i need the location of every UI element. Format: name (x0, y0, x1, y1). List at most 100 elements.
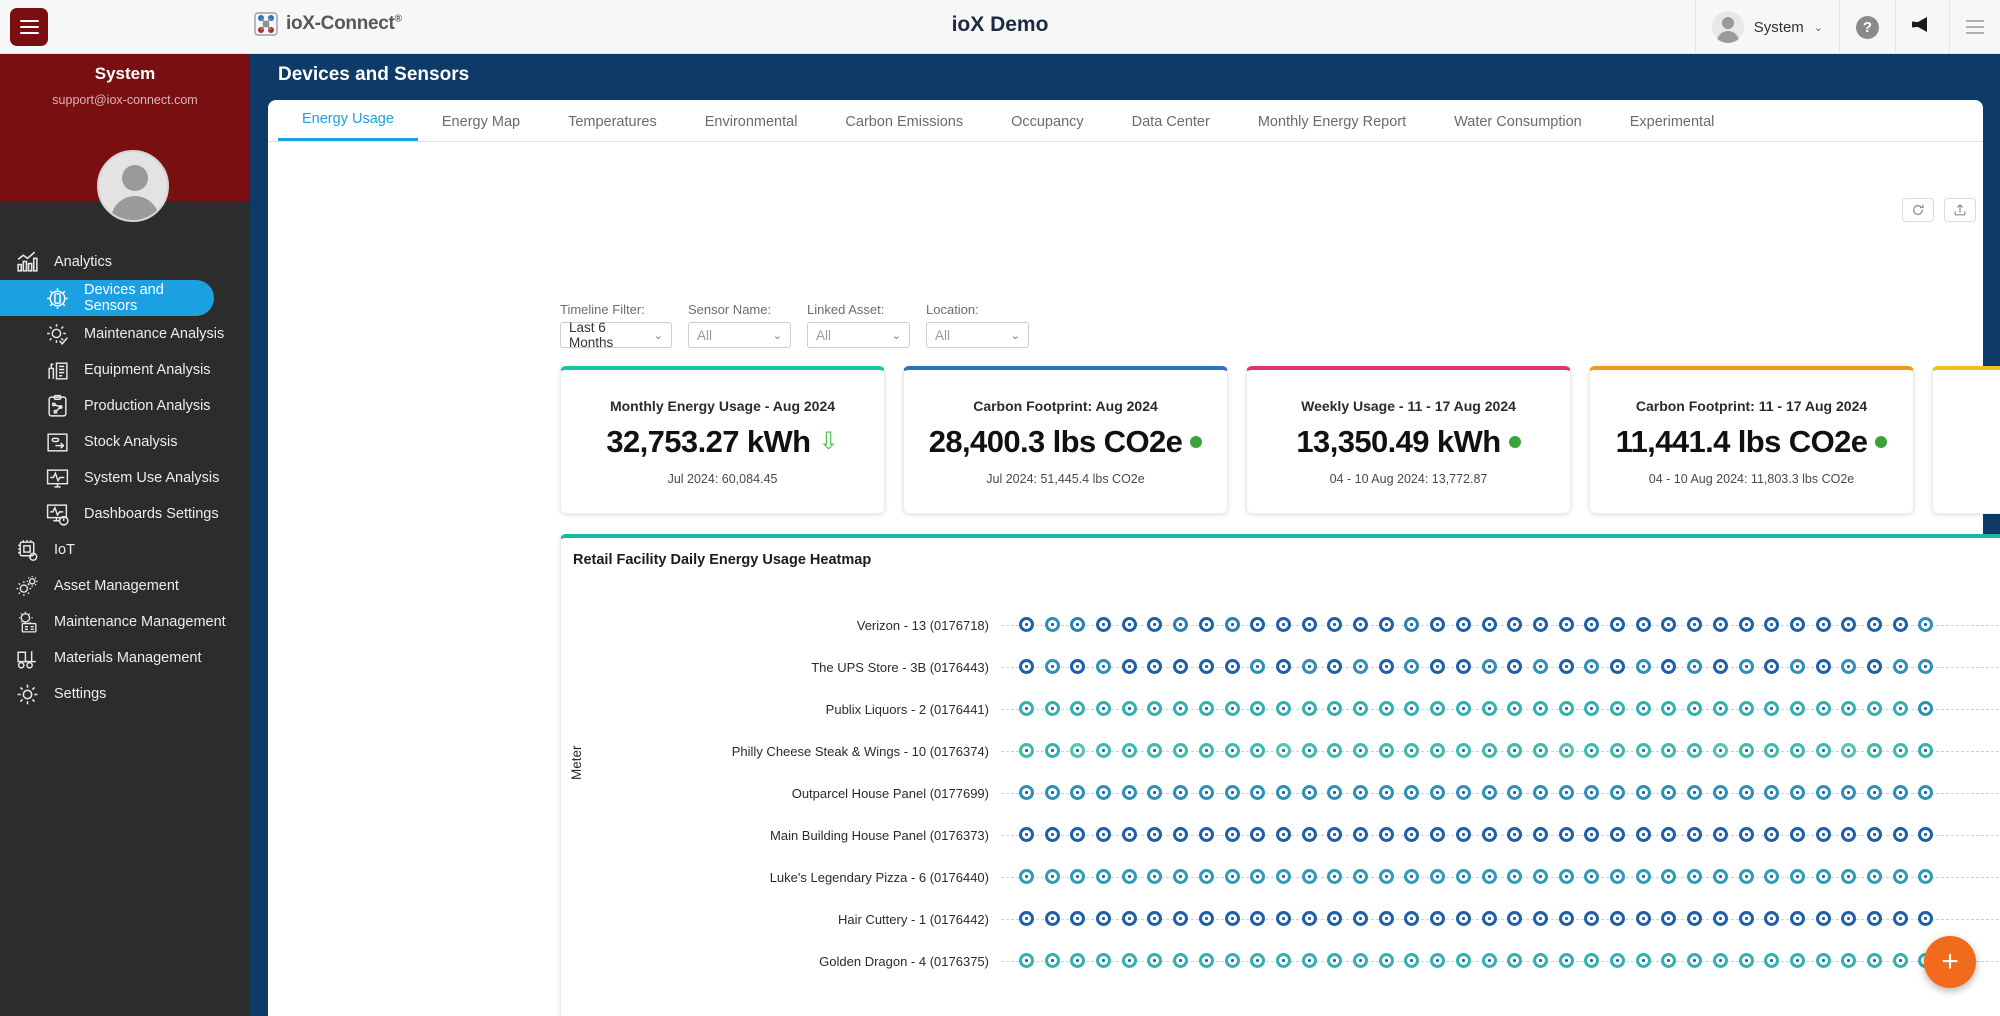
heatmap-cell[interactable] (1712, 869, 1728, 884)
heatmap-cell[interactable] (1250, 785, 1266, 800)
heatmap-cell[interactable] (1070, 827, 1086, 842)
heatmap-cell[interactable] (1019, 911, 1034, 926)
heatmap-cell[interactable] (1738, 743, 1754, 758)
heatmap-cell[interactable] (1044, 827, 1060, 842)
heatmap-cell[interactable] (1096, 911, 1112, 926)
heatmap-cell[interactable] (1224, 827, 1240, 842)
heatmap-cell[interactable] (1789, 953, 1805, 968)
heatmap-cell[interactable] (1044, 953, 1060, 968)
heatmap-cell[interactable] (1918, 785, 1934, 800)
sidebar-item-system-use-analysis[interactable]: System Use Analysis (0, 460, 250, 496)
heatmap-cell[interactable] (1789, 785, 1805, 800)
heatmap-cell[interactable] (1892, 701, 1908, 716)
heatmap-cell[interactable] (1198, 701, 1214, 716)
heatmap-cell[interactable] (1584, 617, 1600, 632)
heatmap-cell[interactable] (1250, 869, 1266, 884)
heatmap-cell[interactable] (1096, 785, 1112, 800)
heatmap-cell[interactable] (1044, 869, 1060, 884)
heatmap-cell[interactable] (1815, 827, 1831, 842)
heatmap-cell[interactable] (1147, 953, 1163, 968)
heatmap-cell[interactable] (1481, 785, 1497, 800)
heatmap-cell[interactable] (1635, 659, 1651, 674)
heatmap-cell[interactable] (1378, 659, 1394, 674)
heatmap-cell[interactable] (1867, 617, 1883, 632)
heatmap-cell[interactable] (1019, 869, 1034, 884)
heatmap-cell[interactable] (1532, 701, 1548, 716)
help-button[interactable]: ? (1839, 0, 1895, 54)
heatmap-cell[interactable] (1610, 953, 1626, 968)
heatmap-cell[interactable] (1918, 911, 1934, 926)
heatmap-cell[interactable] (1712, 827, 1728, 842)
heatmap-cell[interactable] (1815, 953, 1831, 968)
tab-energy-map[interactable]: Energy Map (418, 114, 544, 141)
heatmap-cell[interactable] (1121, 617, 1137, 632)
heatmap-cell[interactable] (1070, 869, 1086, 884)
sidebar-item-asset-management[interactable]: Asset Management (0, 568, 250, 604)
heatmap-cell[interactable] (1867, 827, 1883, 842)
heatmap-cell[interactable] (1918, 659, 1934, 674)
heatmap-cell[interactable] (1250, 953, 1266, 968)
heatmap-cell[interactable] (1507, 911, 1523, 926)
heatmap-cell[interactable] (1532, 743, 1548, 758)
heatmap-cell[interactable] (1635, 827, 1651, 842)
heatmap-cell[interactable] (1096, 617, 1112, 632)
filter-select[interactable]: All ⌄ (688, 322, 791, 348)
heatmap-cell[interactable] (1610, 911, 1626, 926)
tab-temperatures[interactable]: Temperatures (544, 114, 681, 141)
sidebar-item-analytics[interactable]: Analytics (0, 244, 250, 280)
heatmap-cell[interactable] (1378, 617, 1394, 632)
add-button[interactable]: + (1924, 936, 1976, 988)
heatmap-cell[interactable] (1892, 827, 1908, 842)
heatmap-cell[interactable] (1841, 617, 1857, 632)
heatmap-cell[interactable] (1224, 701, 1240, 716)
heatmap-cell[interactable] (1892, 869, 1908, 884)
heatmap-cell[interactable] (1250, 911, 1266, 926)
heatmap-cell[interactable] (1481, 827, 1497, 842)
heatmap-cell[interactable] (1892, 617, 1908, 632)
heatmap-cell[interactable] (1507, 953, 1523, 968)
heatmap-cell[interactable] (1121, 785, 1137, 800)
heatmap-cell[interactable] (1353, 743, 1369, 758)
heatmap-cell[interactable] (1147, 869, 1163, 884)
heatmap-cell[interactable] (1738, 869, 1754, 884)
heatmap-cell[interactable] (1815, 743, 1831, 758)
heatmap-cell[interactable] (1275, 659, 1291, 674)
tab-experimental[interactable]: Experimental (1606, 114, 1739, 141)
heatmap-cell[interactable] (1275, 869, 1291, 884)
heatmap-cell[interactable] (1070, 701, 1086, 716)
tab-carbon-emissions[interactable]: Carbon Emissions (821, 114, 987, 141)
heatmap-cell[interactable] (1378, 827, 1394, 842)
heatmap-cell[interactable] (1610, 659, 1626, 674)
heatmap-cell[interactable] (1327, 827, 1343, 842)
heatmap-cell[interactable] (1378, 869, 1394, 884)
heatmap-cell[interactable] (1918, 869, 1934, 884)
sidebar-item-dashboards-settings[interactable]: Dashboards Settings (0, 496, 250, 532)
heatmap-cell[interactable] (1404, 785, 1420, 800)
heatmap-cell[interactable] (1353, 953, 1369, 968)
heatmap-cell[interactable] (1532, 869, 1548, 884)
heatmap-cell[interactable] (1532, 827, 1548, 842)
heatmap-cell[interactable] (1764, 617, 1780, 632)
heatmap-cell[interactable] (1764, 827, 1780, 842)
heatmap-cell[interactable] (1455, 911, 1471, 926)
heatmap-cell[interactable] (1584, 785, 1600, 800)
filter-select[interactable]: All ⌄ (807, 322, 910, 348)
heatmap-cell[interactable] (1764, 701, 1780, 716)
heatmap-cell[interactable] (1173, 785, 1189, 800)
heatmap-cell[interactable] (1892, 785, 1908, 800)
heatmap-cell[interactable] (1867, 785, 1883, 800)
heatmap-cell[interactable] (1353, 869, 1369, 884)
heatmap-cell[interactable] (1070, 743, 1086, 758)
heatmap-cell[interactable] (1841, 953, 1857, 968)
heatmap-cell[interactable] (1815, 659, 1831, 674)
heatmap-cell[interactable] (1661, 869, 1677, 884)
tab-monthly-energy-report[interactable]: Monthly Energy Report (1234, 114, 1430, 141)
heatmap-cell[interactable] (1635, 911, 1651, 926)
heatmap-cell[interactable] (1224, 953, 1240, 968)
heatmap-cell[interactable] (1789, 827, 1805, 842)
heatmap-cell[interactable] (1327, 785, 1343, 800)
heatmap-cell[interactable] (1507, 785, 1523, 800)
sidebar-item-production-analysis[interactable]: Production Analysis (0, 388, 250, 424)
heatmap-cell[interactable] (1301, 701, 1317, 716)
sidebar-item-iot[interactable]: IoT (0, 532, 250, 568)
